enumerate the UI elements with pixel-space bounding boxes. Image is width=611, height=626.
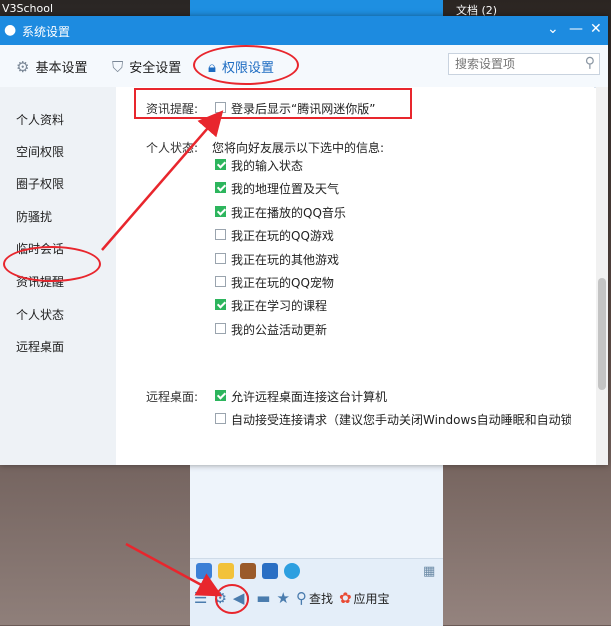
browser-app-icon[interactable] — [284, 563, 300, 579]
option-course[interactable]: 我正在学习的课程 — [231, 297, 327, 314]
app-grid-icon[interactable]: ▦ — [423, 564, 435, 579]
qq-penguin-icon: ● — [4, 22, 17, 38]
personal-status-label: 个人状态: — [146, 141, 199, 155]
checkbox-charity[interactable] — [215, 323, 226, 334]
search-input[interactable] — [453, 56, 577, 72]
gear-icon[interactable]: ⚙ — [213, 589, 226, 607]
checkbox-auto-accept[interactable] — [215, 413, 226, 424]
minimize-button[interactable]: — — [569, 21, 583, 37]
menu-icon[interactable]: ☰ — [194, 589, 207, 607]
tab-security-settings[interactable]: ⛉ 安全设置 — [112, 57, 182, 77]
annotation-circle-sidebar — [3, 246, 101, 282]
checkbox-location-weather[interactable] — [215, 182, 226, 193]
qq-panel-header — [190, 0, 443, 16]
option-other-game[interactable]: 我正在玩的其他游戏 — [231, 251, 339, 268]
annotation-box-news — [134, 88, 412, 119]
search-box[interactable]: ⚲ — [448, 53, 600, 75]
checkbox-qq-game[interactable] — [215, 229, 226, 240]
desktop-icon-label-left[interactable]: V3School — [2, 2, 53, 15]
search-icon: ⚲ — [295, 589, 307, 607]
tab-label: 基本设置 — [35, 61, 88, 76]
checkbox-qq-music[interactable] — [215, 206, 226, 217]
sidebar-item-profile[interactable]: 个人资料 — [16, 111, 64, 128]
option-charity[interactable]: 我的公益活动更新 — [231, 321, 327, 338]
settings-window: ● 系统设置 ⌄ — ✕ ⚙ 基本设置 ⛉ 安全设置 🔒︎ 权限设置 ⚲ 个人资… — [0, 16, 608, 465]
folder-icon[interactable]: ▬ — [256, 589, 270, 607]
sidebar-item-space-permission[interactable]: 空间权限 — [16, 143, 64, 160]
annotation-circle-tab — [193, 45, 299, 85]
search-icon[interactable]: ⚲ — [585, 55, 595, 71]
qq-panel-body — [190, 465, 443, 558]
gear-icon: ⚙ — [16, 57, 30, 76]
option-qq-game[interactable]: 我正在玩的QQ游戏 — [231, 227, 334, 244]
sidebar-item-circle-permission[interactable]: 圈子权限 — [16, 175, 64, 192]
close-button[interactable]: ✕ — [590, 21, 602, 37]
remote-desktop-label: 远程桌面: — [146, 390, 199, 404]
window-title: 系统设置 — [22, 25, 71, 39]
shield-icon: ⛉ — [112, 57, 124, 76]
sidebar-item-anti-harassment[interactable]: 防骚扰 — [16, 208, 52, 225]
checkbox-course[interactable] — [215, 299, 226, 310]
tab-basic-settings[interactable]: ⚙ 基本设置 — [16, 57, 88, 77]
speaker-icon[interactable]: ◀) — [233, 589, 250, 607]
option-location-weather[interactable]: 我的地理位置及天气 — [231, 180, 339, 197]
find-button[interactable]: ⚲ 查找 — [296, 589, 333, 607]
sidebar-item-remote-desktop[interactable]: 远程桌面 — [16, 338, 64, 355]
book-app-icon[interactable] — [240, 563, 256, 579]
star-app-icon[interactable] — [196, 563, 212, 579]
option-auto-accept[interactable]: 自动接受连接请求（建议您手动关闭Windows自动睡眠和自动锁屏功能） — [231, 411, 571, 428]
edu-app-icon[interactable] — [262, 563, 278, 579]
personal-status-intro: 您将向好友展示以下选中的信息: — [212, 141, 385, 155]
sidebar-item-personal-status[interactable]: 个人状态 — [16, 306, 64, 323]
chevron-down-icon[interactable]: ⌄ — [547, 21, 559, 37]
checkbox-qq-pet[interactable] — [215, 276, 226, 287]
app-tray — [196, 563, 300, 579]
tab-label: 安全设置 — [129, 61, 182, 76]
option-typing-status[interactable]: 我的输入状态 — [231, 157, 303, 174]
app-store-icon: ✿ — [338, 589, 352, 607]
app-store-button[interactable]: ✿ 应用宝 — [339, 589, 390, 607]
main-toolbar: ☰ ⚙ ◀) ▬ ★ ⚲ 查找 ✿ 应用宝 — [194, 589, 390, 607]
checkbox-allow-remote[interactable] — [215, 390, 226, 401]
star-icon[interactable]: ★ — [276, 589, 289, 607]
title-bar[interactable]: ● 系统设置 ⌄ — ✕ — [0, 16, 608, 45]
checkbox-typing-status[interactable] — [215, 159, 226, 170]
scrollbar-track[interactable] — [596, 87, 608, 465]
option-qq-pet[interactable]: 我正在玩的QQ宠物 — [231, 274, 334, 291]
note-app-icon[interactable] — [218, 563, 234, 579]
option-qq-music[interactable]: 我正在播放的QQ音乐 — [231, 204, 346, 221]
scrollbar-thumb[interactable] — [598, 278, 606, 390]
option-allow-remote[interactable]: 允许远程桌面连接这台计算机 — [231, 388, 387, 405]
checkbox-other-game[interactable] — [215, 253, 226, 264]
